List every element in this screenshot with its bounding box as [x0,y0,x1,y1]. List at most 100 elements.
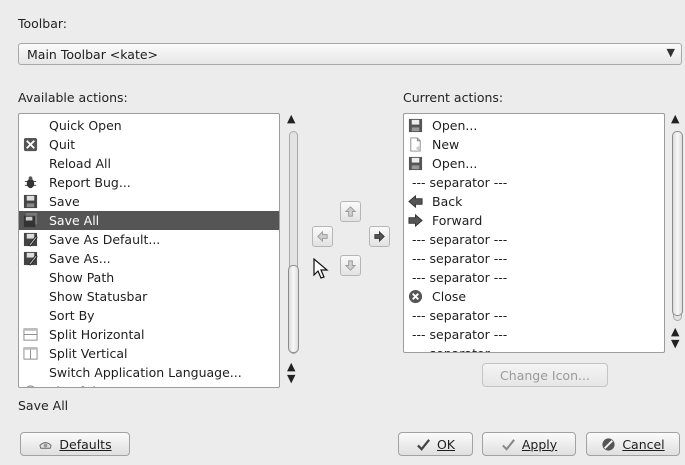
current-action-label: New [432,137,460,152]
available-action-item[interactable]: Save All [19,211,279,230]
defaults-label: Defaults [59,436,112,452]
scroll-down-icon[interactable]: ▼ [671,338,679,349]
toolbar-select[interactable]: Main Toolbar <kate> ▼ [18,43,682,65]
available-action-item[interactable]: Reload All [19,154,279,173]
available-action-label: Quit [49,137,76,152]
scroll-up-icon-bottom[interactable]: ▲ [671,326,679,337]
current-actions-list[interactable]: Open... New Open... --- separator --- Back Fo… [403,113,665,353]
check-icon [501,438,515,451]
available-action-label: Show Statusbar [49,289,148,304]
available-action-item[interactable]: Quick Open [19,116,279,135]
available-action-label: Save As... [49,251,111,266]
available-action-label: Save [49,194,80,209]
current-action-item[interactable]: --- separator --- [404,249,664,268]
available-action-label: Tip of the Day [49,382,137,387]
close-icon [408,289,423,304]
arrow-right-icon [374,230,385,243]
remove-action-button[interactable] [312,226,333,247]
available-action-label: Switch Application Language... [49,365,242,380]
defaults-button[interactable]: Defaults [20,432,130,456]
forward-icon [408,213,423,228]
available-action-item[interactable]: Split Horizontal [19,325,279,344]
current-action-label: Open... [432,156,478,171]
available-scrollbar[interactable]: ▲ ▲ ▼ [285,113,301,388]
available-action-item[interactable]: Switch Application Language... [19,363,279,382]
save-icon [23,194,38,209]
available-action-item[interactable]: Show Statusbar [19,287,279,306]
current-action-item[interactable]: --- separator --- [404,306,664,325]
available-action-item[interactable]: Show Path [19,268,279,287]
available-action-label: Split Horizontal [49,327,145,342]
available-action-label: Reload All [49,156,111,171]
defaults-icon [39,441,53,449]
back-icon [408,194,423,209]
current-action-item[interactable]: New [404,135,664,154]
current-action-item[interactable]: --- separator --- [404,230,664,249]
open-icon [408,156,423,171]
arrow-down-icon [344,260,357,271]
current-action-label: --- separator --- [412,308,508,323]
current-action-label: Forward [432,213,483,228]
scroll-up-icon[interactable]: ▲ [287,113,295,124]
available-action-item[interactable]: Quit [19,135,279,154]
bug-icon [23,175,38,190]
move-down-button[interactable] [340,255,361,276]
available-action-label: Split Vertical [49,346,128,361]
ok-button[interactable]: OK [398,432,473,456]
available-action-item[interactable]: Save As... [19,249,279,268]
open-icon [408,118,423,133]
save-as-icon [23,251,38,266]
add-action-button[interactable] [369,226,390,247]
available-action-label: Save As Default... [49,232,161,247]
current-action-label: --- separator --- [412,270,508,285]
cancel-icon [602,437,615,451]
available-action-item[interactable]: Save As Default... [19,230,279,249]
mouse-cursor-icon [313,258,329,279]
current-action-label: --- separator --- [412,344,507,352]
current-action-item[interactable]: --- separator --- [404,173,664,192]
quit-icon [23,137,38,152]
scroll-up-icon-bottom[interactable]: ▲ [287,361,295,372]
current-actions-label: Current actions: [403,90,504,105]
current-action-item[interactable]: Forward [404,211,664,230]
chevron-down-icon: ▼ [666,46,675,59]
available-actions-list[interactable]: Quick Open Quit Reload All Report Bug... Sav… [18,113,280,388]
available-action-item[interactable]: Sort By [19,306,279,325]
current-action-label: Open... [432,118,478,133]
current-action-label: --- separator --- [412,251,508,266]
change-icon-label: Change Icon... [500,367,590,383]
available-action-item[interactable]: Report Bug... [19,173,279,192]
available-action-item[interactable]: Save [19,192,279,211]
save-all-icon [23,213,38,228]
toolbar-label: Toolbar: [18,16,68,31]
current-action-item[interactable]: Close [404,287,664,306]
new-icon [408,137,423,152]
scroll-down-icon[interactable]: ▼ [287,373,295,384]
available-action-item[interactable]: Split Vertical [19,344,279,363]
tip-icon [23,384,38,387]
scroll-up-icon[interactable]: ▲ [671,113,679,124]
cancel-button[interactable]: Cancel [586,432,680,456]
current-action-item[interactable]: Open... [404,154,664,173]
ok-label: OK [436,436,456,452]
available-action-item[interactable]: Tip of the Day [19,382,279,387]
current-action-item[interactable]: --- separator --- [404,268,664,287]
change-icon-button[interactable]: Change Icon... [482,363,608,387]
current-action-label: --- separator --- [412,232,508,247]
current-action-item[interactable]: --- separator --- [404,344,664,352]
current-action-item[interactable]: Open... [404,116,664,135]
available-action-label: Save All [49,213,100,228]
move-up-button[interactable] [340,201,361,222]
scrollbar-thumb[interactable] [672,131,683,316]
scrollbar-thumb[interactable] [288,265,299,353]
current-scrollbar[interactable]: ▲ ▲ ▼ [669,113,685,353]
available-action-label: Report Bug... [49,175,131,190]
current-action-label: Back [432,194,463,209]
current-action-label: --- separator --- [412,327,508,342]
apply-button[interactable]: Apply [482,432,576,456]
arrow-up-icon [344,206,357,217]
current-action-item[interactable]: Back [404,192,664,211]
toolbar-select-value: Main Toolbar <kate> [27,47,159,62]
current-action-item[interactable]: --- separator --- [404,325,664,344]
available-action-label: Quick Open [49,118,122,133]
